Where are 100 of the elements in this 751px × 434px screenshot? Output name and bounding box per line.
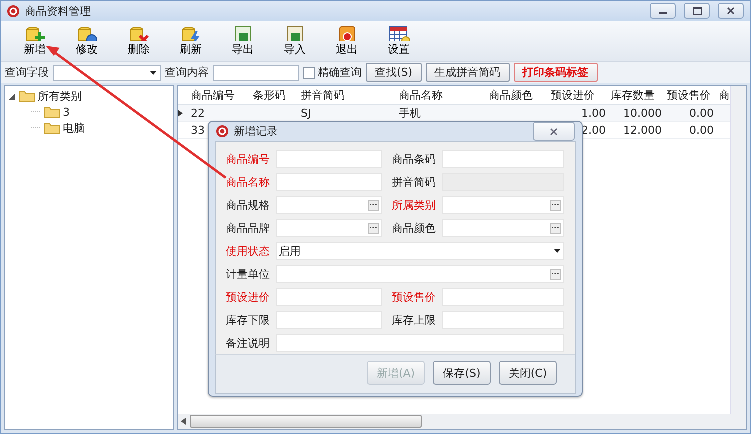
column-header[interactable]: 预设进价: [548, 88, 608, 102]
maximize-icon[interactable]: [692, 7, 702, 15]
input-field[interactable]: [442, 196, 564, 214]
table-cell-text: 2.00: [582, 124, 607, 136]
field-label: 所属类别: [392, 198, 437, 214]
dialog-title: 新增记录: [234, 124, 279, 139]
input-field[interactable]: [276, 173, 382, 191]
scrollbar-thumb[interactable]: [190, 415, 422, 428]
row-pointer-icon: [178, 110, 183, 116]
app-logo-icon: [7, 4, 20, 18]
table-cell-text: 1.00: [582, 106, 607, 120]
table-cell-text: 33: [190, 124, 206, 136]
vertical-scrollbar[interactable]: [730, 86, 746, 414]
field-label: 商品颜色: [392, 220, 437, 236]
field-label: 备注说明: [226, 336, 271, 352]
minimize-button[interactable]: [650, 3, 676, 19]
browse-button[interactable]: [550, 222, 561, 234]
field-label: 商品名称: [226, 174, 271, 190]
app-logo-icon: [216, 125, 229, 138]
input-field[interactable]: [276, 196, 382, 214]
field-label: 查询字段: [5, 65, 49, 80]
input-field[interactable]: [276, 265, 564, 283]
checkbox[interactable]: [303, 66, 315, 78]
field-label: 商品编号: [226, 152, 271, 168]
input-field[interactable]: [276, 150, 382, 168]
toolbar-button[interactable]: 导出: [217, 23, 269, 59]
query-button[interactable]: 生成拼音简码: [426, 63, 510, 82]
input-field[interactable]: [442, 311, 564, 329]
field-value: 启用: [279, 244, 301, 258]
browse-button[interactable]: [550, 200, 561, 210]
dropdown-field[interactable]: 启用: [276, 242, 564, 260]
folder-icon: [44, 122, 60, 134]
column-header[interactable]: 商品编号: [188, 88, 250, 102]
table-cell-text: 12.000: [624, 124, 663, 136]
field-label: 查询内容: [165, 65, 209, 80]
tree-item[interactable]: 所有类别: [38, 88, 82, 104]
horizontal-scrollbar[interactable]: [178, 414, 746, 429]
window-title: 商品资料管理: [25, 4, 92, 18]
toolbar-button[interactable]: 导入: [269, 23, 321, 59]
checkbox-label[interactable]: 精确查询: [318, 65, 362, 80]
close-icon[interactable]: [550, 128, 558, 136]
table-cell-text: 0.00: [690, 124, 715, 136]
query-button[interactable]: 打印条码标签: [514, 63, 598, 82]
toolbar-button[interactable]: 修改: [61, 23, 113, 59]
dropdown-arrow-icon[interactable]: [150, 70, 157, 74]
input-field[interactable]: [442, 288, 564, 306]
close-button[interactable]: [718, 3, 744, 19]
field-label: 库存上限: [392, 312, 437, 328]
input-field[interactable]: [442, 219, 564, 237]
dropdown-field[interactable]: [53, 64, 161, 80]
field-label: 商品条码: [392, 152, 437, 168]
tree-item[interactable]: 3: [63, 106, 70, 118]
table-row[interactable]: 22 SJ 手机 1.00 10.000 0.00: [178, 105, 730, 122]
browse-button[interactable]: [550, 268, 561, 280]
table-cell-text: 10.000: [624, 106, 663, 120]
folder-icon: [19, 90, 35, 102]
query-button[interactable]: 查找(S): [366, 63, 422, 82]
toolbar-button[interactable]: 删除: [113, 23, 165, 59]
input-field[interactable]: [276, 334, 564, 352]
field-label: 预设进价: [226, 290, 271, 306]
column-header[interactable]: 商品名称: [396, 88, 486, 102]
table-cell-text: 手机: [398, 106, 422, 120]
column-header[interactable]: 库存数量: [608, 88, 664, 102]
browse-button[interactable]: [368, 222, 379, 234]
column-header[interactable]: 商品颜色: [486, 88, 548, 102]
dropdown-arrow-icon[interactable]: [554, 249, 561, 253]
field-label: 商品品牌: [226, 220, 271, 236]
toolbar-button[interactable]: 设置: [373, 23, 425, 59]
column-header[interactable]: 拼音简码: [298, 88, 396, 102]
database-add-icon[interactable]: [24, 25, 46, 41]
browse-button[interactable]: [368, 200, 379, 210]
column-header[interactable]: 条形码: [250, 88, 298, 102]
table-icon[interactable]: [388, 25, 410, 41]
input-field[interactable]: [276, 311, 382, 329]
dialog-button[interactable]: 保存(S): [433, 361, 491, 385]
field-label: 商品规格: [226, 198, 271, 214]
database-delete-icon[interactable]: [128, 25, 150, 41]
input-field[interactable]: [276, 219, 382, 237]
scroll-left-icon[interactable]: [181, 418, 186, 425]
column-header[interactable]: 商: [716, 88, 730, 102]
collapse-icon[interactable]: [9, 92, 16, 100]
field-label: 预设售价: [392, 290, 437, 306]
field-label: 库存下限: [226, 312, 271, 328]
search-field[interactable]: [213, 64, 299, 80]
field-label: 计量单位: [226, 266, 271, 282]
tree-item[interactable]: 电脑: [63, 120, 85, 136]
toolbar-button[interactable]: 退出: [321, 23, 373, 59]
field-label: 使用状态: [226, 244, 271, 260]
field-label: 拼音简码: [392, 174, 437, 190]
maximize-button[interactable]: [684, 3, 710, 19]
column-header[interactable]: 预设售价: [664, 88, 716, 102]
dialog-button[interactable]: 关闭(C): [499, 361, 557, 385]
table-cell-text: SJ: [300, 106, 312, 120]
close-icon[interactable]: [727, 7, 735, 15]
folder-icon: [44, 106, 60, 118]
input-field[interactable]: [276, 288, 382, 306]
input-field[interactable]: [442, 150, 564, 168]
database-lightning-icon[interactable]: [180, 25, 202, 41]
toolbar-button[interactable]: 刷新: [165, 23, 217, 59]
table-cell-text: 0.00: [690, 106, 715, 120]
